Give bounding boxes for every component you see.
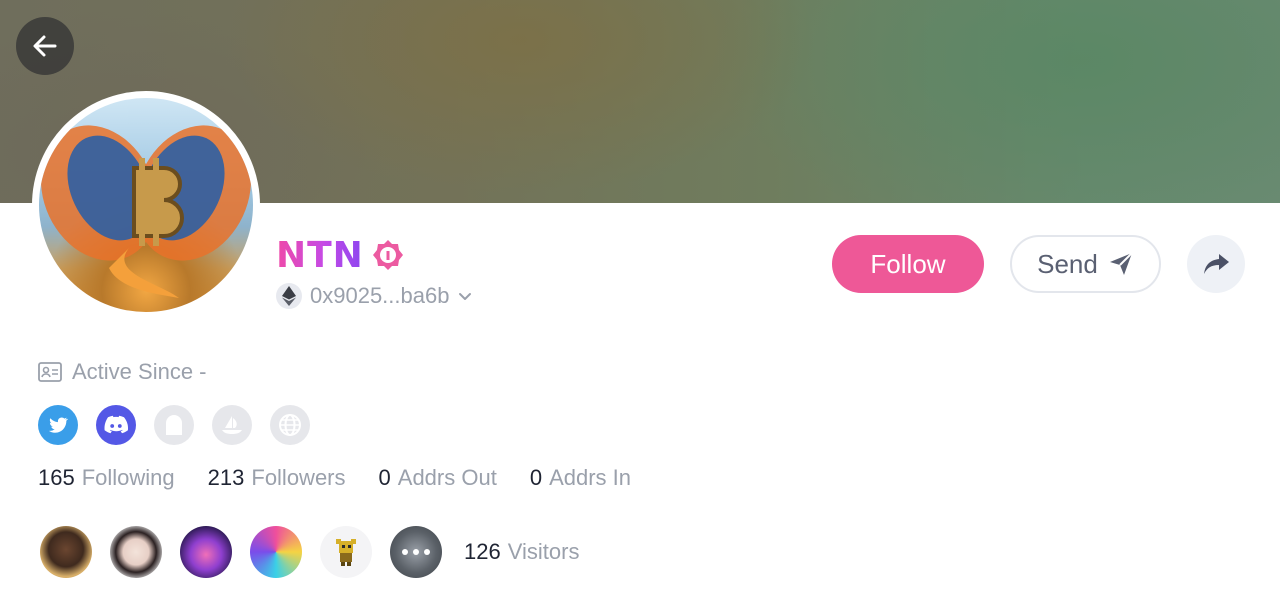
lens-link[interactable] <box>154 405 194 445</box>
visitors-row: 126 Visitors <box>40 526 579 578</box>
visitor-avatar[interactable] <box>320 526 372 578</box>
id-card-icon <box>38 362 62 382</box>
back-button[interactable] <box>16 17 74 75</box>
visitors-label: Visitors <box>507 539 580 564</box>
following-stat[interactable]: 165 Following <box>38 465 175 491</box>
wallet-address-selector[interactable]: 0x9025...ba6b <box>276 282 473 310</box>
arrow-left-icon <box>33 35 57 57</box>
followers-stat[interactable]: 213 Followers <box>208 465 346 491</box>
addrs-out-stat[interactable]: 0 Addrs Out <box>379 465 497 491</box>
opensea-link[interactable] <box>212 405 252 445</box>
pixel-character-icon <box>336 539 356 566</box>
more-dot <box>413 549 419 555</box>
addrs-in-label: Addrs In <box>549 465 631 490</box>
display-name: NTN <box>276 234 364 276</box>
send-button[interactable]: Send <box>1010 235 1161 293</box>
opensea-icon <box>222 416 242 434</box>
social-links <box>38 405 310 445</box>
twitter-icon <box>48 417 69 433</box>
addrs-in-stat[interactable]: 0 Addrs In <box>530 465 631 491</box>
verified-badge-icon <box>372 240 403 270</box>
discord-icon <box>104 415 128 434</box>
active-since-text: Active Since - <box>72 359 207 384</box>
addrs-out-label: Addrs Out <box>397 465 497 490</box>
website-link[interactable] <box>270 405 310 445</box>
more-dot <box>402 549 408 555</box>
ethereum-icon <box>276 283 302 309</box>
wallet-address: 0x9025...ba6b <box>310 283 450 308</box>
profile-avatar <box>32 91 260 319</box>
followers-label: Followers <box>251 465 346 490</box>
following-label: Following <box>81 465 175 490</box>
visitor-avatar[interactable] <box>110 526 162 578</box>
chevron-down-icon <box>459 293 472 300</box>
share-button[interactable] <box>1187 235 1245 293</box>
name-row: NTN <box>276 232 404 278</box>
globe-icon <box>279 414 301 436</box>
send-label: Send <box>1037 248 1098 279</box>
visitors-number: 126 <box>464 539 501 564</box>
twitter-link[interactable] <box>38 405 78 445</box>
paper-plane-icon <box>1109 252 1133 275</box>
follow-button[interactable]: Follow <box>832 235 984 293</box>
visitor-avatar[interactable] <box>250 526 302 578</box>
active-since-row: Active Since - <box>38 358 207 386</box>
visitor-avatar[interactable] <box>40 526 92 578</box>
share-arrow-icon <box>1204 254 1229 274</box>
more-dot <box>424 549 430 555</box>
following-count: 165 <box>38 465 75 490</box>
visitor-more-avatar[interactable] <box>390 526 442 578</box>
visitors-count[interactable]: 126 Visitors <box>464 539 579 565</box>
avatar-image <box>39 98 253 312</box>
profile-stats: 165 Following 213 Followers 0 Addrs Out … <box>38 463 664 493</box>
visitor-avatar[interactable] <box>180 526 232 578</box>
addrs-out-count: 0 <box>378 465 391 490</box>
ghost-icon <box>166 415 182 435</box>
addrs-in-count: 0 <box>529 465 543 490</box>
followers-count: 213 <box>207 465 245 490</box>
discord-link[interactable] <box>96 405 136 445</box>
